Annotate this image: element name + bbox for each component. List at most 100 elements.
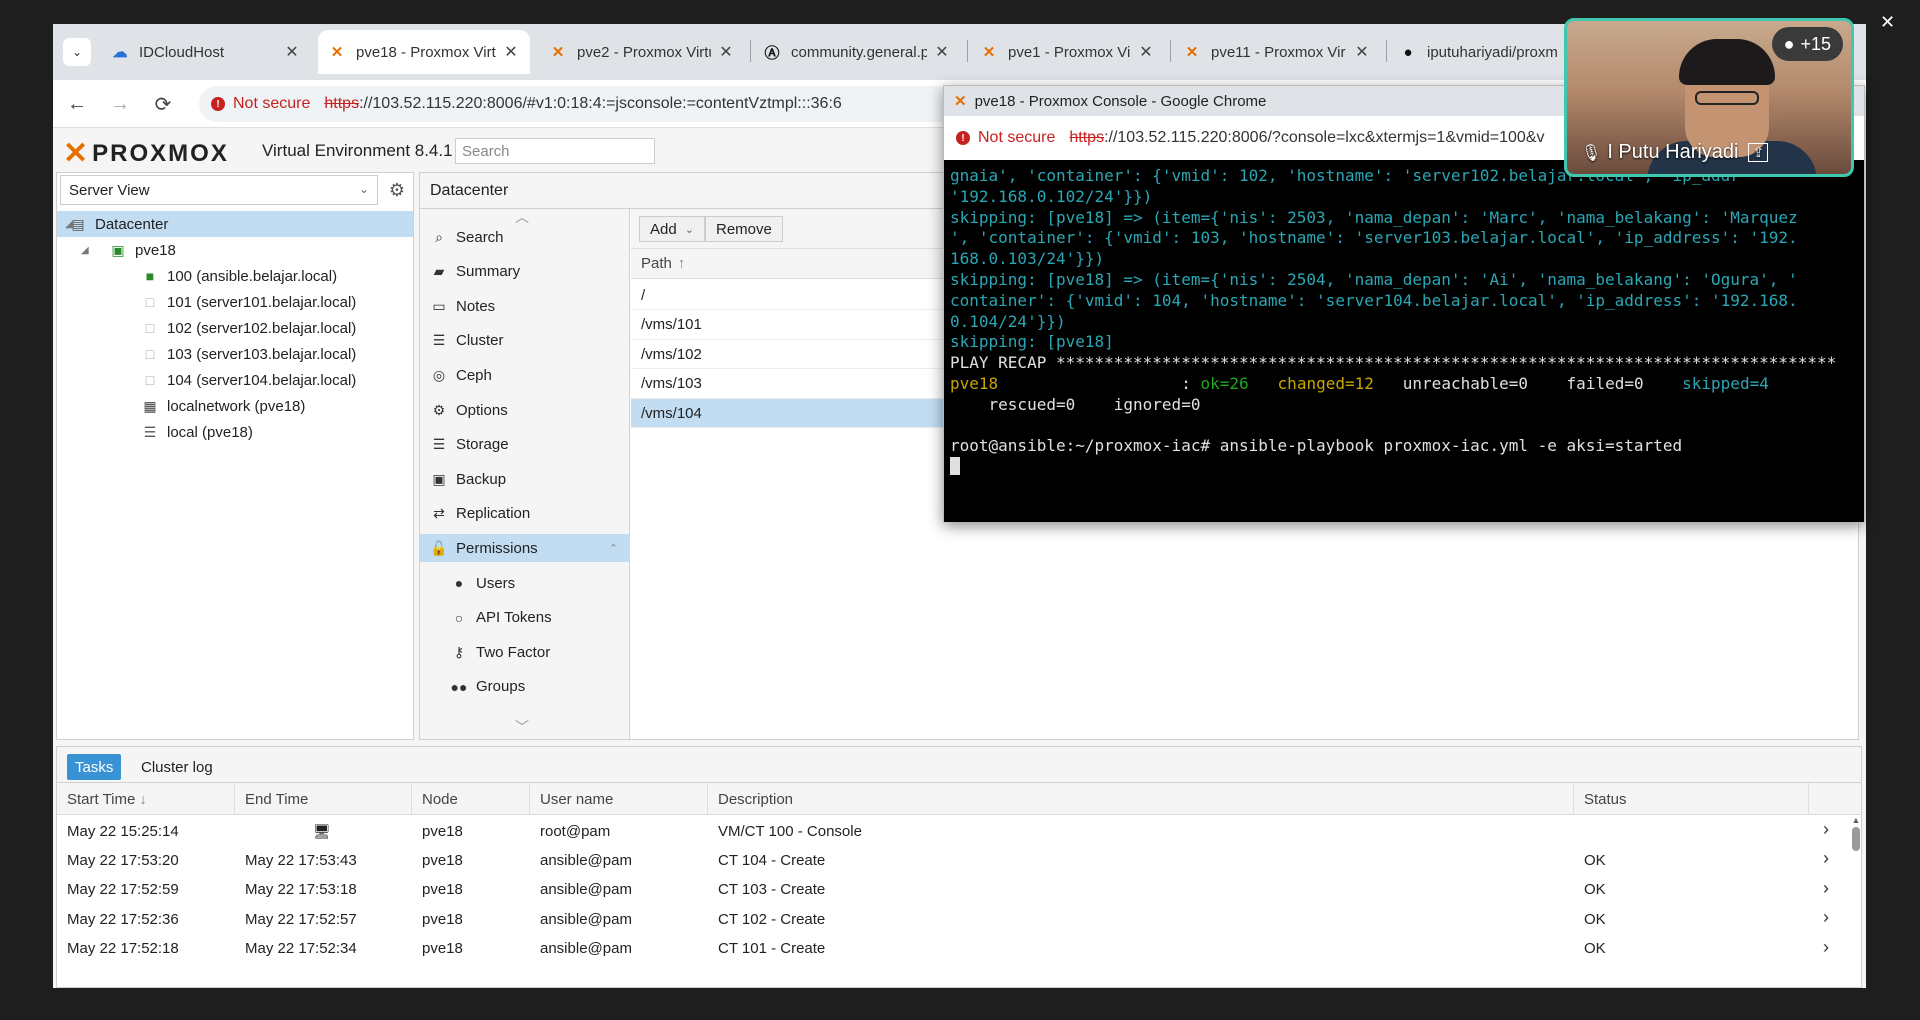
tab-title: pve2 - Proxmox Virtu: [577, 43, 711, 61]
tree-item[interactable]: ◢ ▣ pve18: [57, 237, 413, 263]
task-row[interactable]: May 22 17:52:18 May 22 17:52:34 pve18 ansib…: [57, 937, 1847, 961]
add-button[interactable]: Add ⌄: [639, 216, 705, 242]
tree-item[interactable]: ☰ local (pve18): [57, 419, 413, 445]
close-icon[interactable]: ✕: [933, 42, 951, 62]
view-selector[interactable]: Server View ⌄: [60, 175, 378, 205]
terminal[interactable]: gnaia', 'container': {'vmid': 102, 'host…: [944, 160, 1864, 522]
menu-item-summary[interactable]: ▰ Summary: [420, 258, 630, 286]
video-call-overlay[interactable]: ● +15 🎙 I Putu Hariyadi ⇪: [1564, 18, 1854, 177]
tree-item[interactable]: □ 102 (server102.belajar.local): [57, 315, 413, 341]
task-cell-end: May 22 17:52:57: [245, 910, 357, 928]
tab-cluster-log[interactable]: Cluster log: [133, 754, 221, 780]
task-cell-desc: CT 101 - Create: [718, 940, 826, 958]
task-cell-end: May 22 17:53:18: [245, 881, 357, 899]
menu-item-api-tokens[interactable]: ○ API Tokens: [420, 604, 630, 632]
task-cell-node: pve18: [422, 940, 463, 958]
close-icon[interactable]: ✕: [502, 42, 520, 62]
scroll-up-icon[interactable]: ▲: [1851, 815, 1861, 825]
tab-tasks[interactable]: Tasks: [67, 754, 122, 780]
forward-button[interactable]: →: [106, 90, 134, 118]
close-icon[interactable]: ✕: [1137, 42, 1155, 62]
task-row[interactable]: May 22 15:25:14 🖥 pve18 root@pam VM/CT 100 -…: [57, 819, 1847, 843]
browser-tab[interactable]: ✕ pve11 - Proxmox Vir ✕: [1173, 30, 1381, 74]
note-icon: ▭: [432, 297, 446, 314]
task-cell-status: OK: [1584, 851, 1606, 869]
share-icon[interactable]: ⇪: [1748, 143, 1769, 162]
proxmox-icon: ✕: [551, 44, 565, 61]
task-scrollbar[interactable]: ▲: [1851, 815, 1861, 985]
menu-item-groups[interactable]: ●● Groups: [420, 673, 630, 701]
browser-tab[interactable]: ☁ IDCloudHost ✕: [101, 30, 311, 74]
menu-item-ceph[interactable]: ◎ Ceph: [420, 361, 630, 389]
task-row[interactable]: May 22 17:52:36 May 22 17:52:57 pve18 ansib…: [57, 907, 1847, 931]
tree-item[interactable]: □ 101 (server101.belajar.local): [57, 289, 413, 315]
task-cell-start: May 22 17:52:36: [67, 910, 179, 928]
unlock-icon: 🔓: [430, 539, 448, 556]
reload-button[interactable]: ⟳: [149, 90, 177, 118]
browser-tab[interactable]: Ⓐcommunity.general.p ✕: [753, 30, 961, 74]
column-header[interactable]: End Time: [235, 783, 412, 815]
expand-chevron-icon[interactable]: ›: [1823, 878, 1829, 899]
task-cell-status: OK: [1584, 881, 1606, 899]
search-input[interactable]: Search: [455, 138, 655, 164]
container-icon: □: [145, 346, 155, 362]
task-row[interactable]: May 22 17:52:59 May 22 17:53:18 pve18 ansib…: [57, 878, 1847, 902]
tree-item[interactable]: ◢ ▤ Datacenter: [57, 211, 413, 237]
url-text: ://103.52.115.220:8006/#v1:0:18:4:=jscon…: [359, 95, 842, 112]
expand-chevron-icon[interactable]: ›: [1823, 907, 1829, 928]
menu-item-two-factor[interactable]: ⚷ Two Factor: [420, 638, 630, 666]
menu-item-notes[interactable]: ▭ Notes: [420, 292, 630, 320]
expand-chevron-icon[interactable]: ›: [1823, 937, 1829, 958]
warning-icon: !: [211, 97, 225, 111]
tree-item[interactable]: □ 103 (server103.belajar.local): [57, 341, 413, 367]
close-icon[interactable]: ✕: [283, 42, 301, 62]
address-bar[interactable]: ! Not secure https://103.52.115.220:8006/…: [199, 86, 999, 122]
menu-item-backup[interactable]: ▣ Backup: [420, 465, 630, 493]
task-cell-status: OK: [1584, 940, 1606, 958]
chevron-down-icon[interactable]: ﹀: [515, 717, 529, 737]
tree-item-label: 100 (ansible.belajar.local): [167, 267, 338, 285]
browser-tab[interactable]: ✕ pve2 - Proxmox Virtu ✕: [539, 30, 745, 74]
menu-item-storage[interactable]: ☰ Storage: [420, 431, 630, 459]
terminal-cursor: [950, 457, 960, 476]
remove-button[interactable]: Remove: [705, 216, 783, 242]
scroll-thumb[interactable]: [1852, 827, 1860, 851]
tree-item[interactable]: □ 104 (server104.belajar.local): [57, 367, 413, 393]
back-button[interactable]: ←: [63, 90, 91, 118]
menu-item-options[interactable]: ⚙ Options: [420, 396, 630, 424]
close-icon[interactable]: ✕: [1353, 42, 1371, 62]
gear-icon[interactable]: ⚙: [384, 177, 410, 203]
browser-tab[interactable]: ✕ pve18 - Proxmox Virt ✕: [318, 30, 530, 74]
browser-tab[interactable]: ✕ pve1 - Proxmox Virtu ✕: [970, 30, 1165, 74]
proxmox-x-icon: ✕: [63, 137, 91, 170]
collapse-icon[interactable]: ⌃: [609, 542, 618, 555]
collapse-icon[interactable]: ◢: [81, 245, 89, 256]
collapse-icon[interactable]: ◢: [65, 219, 73, 230]
column-header[interactable]: User name: [530, 783, 708, 815]
tree-item[interactable]: ▦ localnetwork (pve18): [57, 393, 413, 419]
container-icon: □: [145, 372, 155, 388]
security-indicator[interactable]: ! Not secure: [211, 95, 310, 113]
close-icon[interactable]: ✕: [717, 42, 735, 62]
tree-item[interactable]: ■ 100 (ansible.belajar.local): [57, 263, 413, 289]
column-header[interactable]: Description: [708, 783, 1574, 815]
menu-item-replication[interactable]: ⇄ Replication: [420, 500, 630, 528]
tab-title: pve1 - Proxmox Virtu: [1008, 43, 1131, 61]
security-indicator[interactable]: ! Not secure: [956, 129, 1055, 147]
menu-item-search[interactable]: ⌕ Search: [420, 223, 630, 251]
window-close-icon[interactable]: ✕: [1880, 12, 1895, 33]
participants-count-badge[interactable]: ● +15: [1771, 27, 1843, 61]
column-header[interactable]: Start Time ↓: [57, 783, 235, 815]
expand-chevron-icon[interactable]: ›: [1823, 848, 1829, 869]
menu-item-users[interactable]: ● Users: [420, 569, 630, 597]
expand-chevron-icon[interactable]: ›: [1823, 819, 1829, 840]
menu-item-cluster[interactable]: ☰ Cluster: [420, 327, 630, 355]
task-row[interactable]: May 22 17:53:20 May 22 17:53:43 pve18 ansib…: [57, 848, 1847, 872]
proxmox-logo: ✕ PROXMOX: [63, 137, 229, 170]
column-header[interactable]: Node: [412, 783, 530, 815]
tab-search-button[interactable]: ⌄: [63, 38, 91, 66]
column-header[interactable]: Status: [1574, 783, 1809, 815]
datacenter-menu: ︿ ﹀ ⌕ Search ▰ Summary ▭ Notes ☰ Cluster ◎ Ceph ⚙ O…: [420, 209, 630, 739]
task-cell-node: pve18: [422, 851, 463, 869]
menu-item-permissions[interactable]: 🔓 Permissions ⌃: [420, 534, 630, 563]
